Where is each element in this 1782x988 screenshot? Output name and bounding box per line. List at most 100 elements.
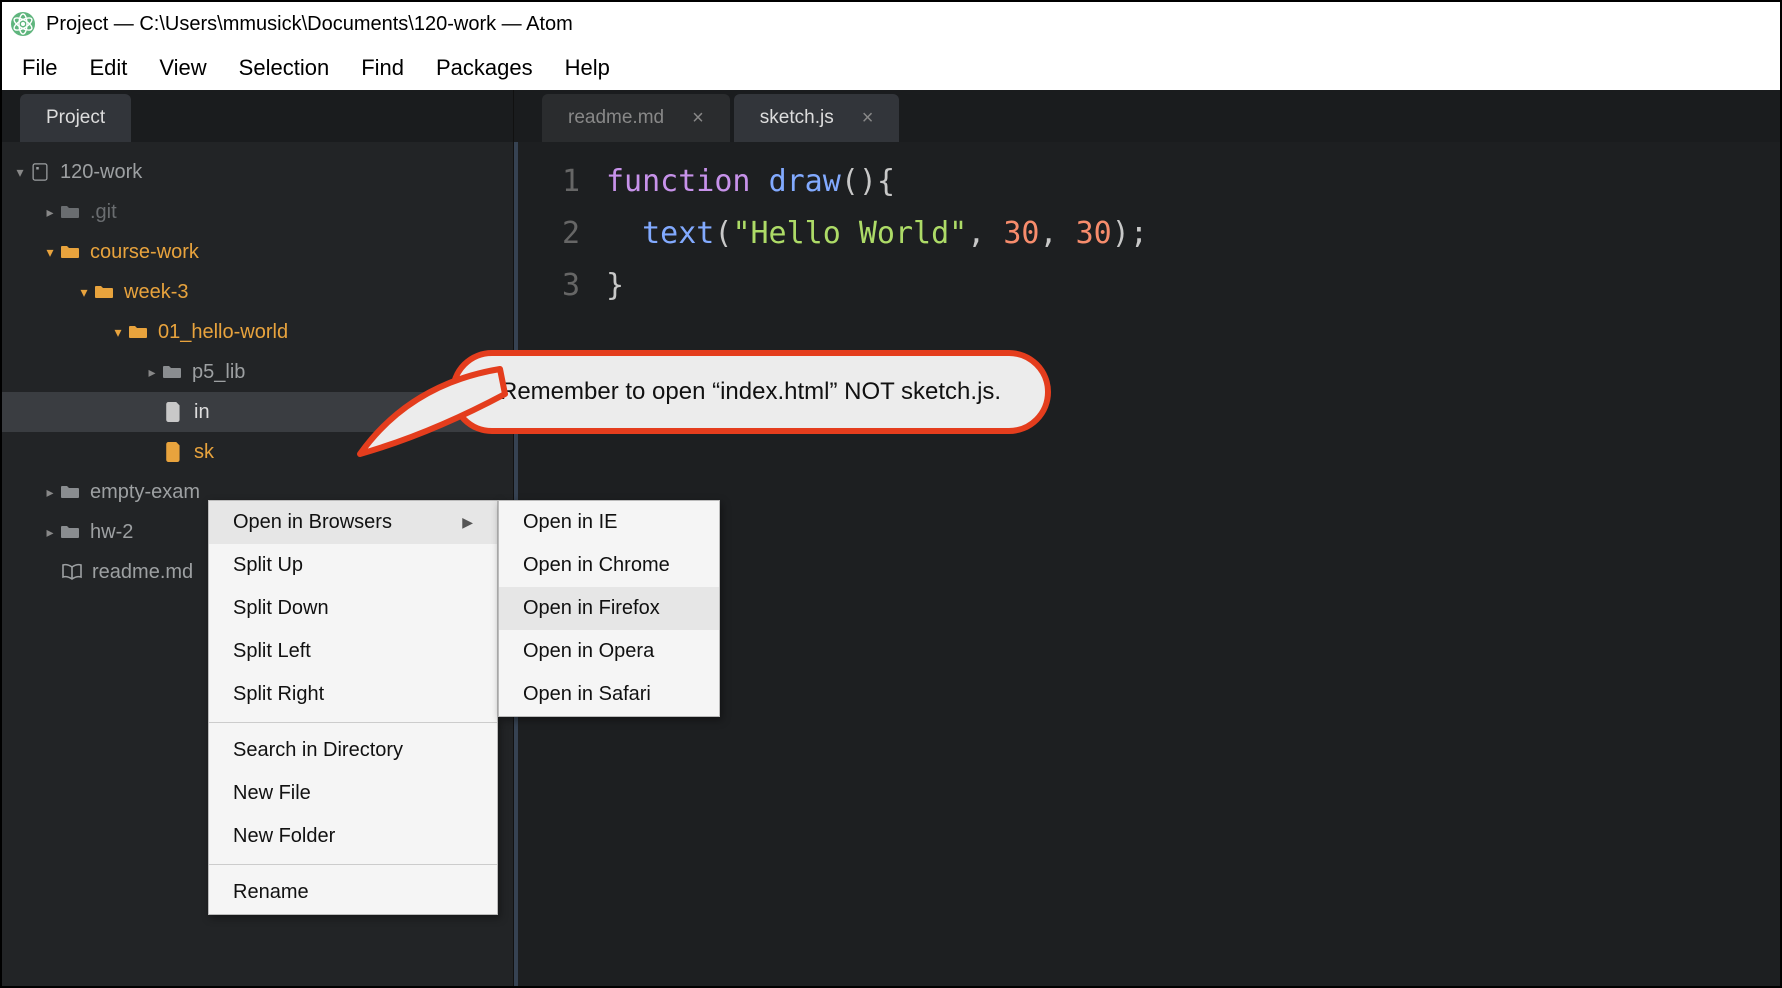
token-number: 30 — [1076, 216, 1112, 251]
ctx-label: Open in Firefox — [523, 597, 660, 620]
annotation-callout: Remember to open “index.html” NOT sketch… — [450, 350, 1051, 434]
folder-open-icon — [58, 244, 82, 260]
token-keyword: function — [606, 164, 751, 199]
chevron-right-icon: ▸ — [42, 204, 58, 221]
tree-label: empty-exam — [90, 481, 200, 504]
close-icon[interactable]: × — [692, 107, 704, 130]
close-icon[interactable]: × — [862, 107, 874, 130]
ctx-open-in-browsers[interactable]: Open in Browsers ▶ — [209, 501, 497, 544]
ctx-label: Open in Safari — [523, 683, 651, 706]
chevron-down-icon: ▾ — [110, 324, 126, 341]
menu-help[interactable]: Help — [551, 49, 624, 87]
ctx-label: New Folder — [233, 825, 335, 848]
ctx-label: Rename — [233, 881, 309, 904]
tab-sketch[interactable]: sketch.js × — [734, 94, 900, 142]
window-title: Project — C:\Users\mmusick\Documents\120… — [46, 13, 573, 36]
folder-icon — [58, 204, 82, 220]
tree-label: readme.md — [92, 561, 193, 584]
ctx-split-down[interactable]: Split Down — [209, 587, 497, 630]
ctx-label: Open in Opera — [523, 640, 654, 663]
menu-file[interactable]: File — [8, 49, 71, 87]
ctx-open-ie[interactable]: Open in IE — [499, 501, 719, 544]
tree-git[interactable]: ▸ .git — [2, 192, 513, 232]
folder-open-icon — [126, 324, 150, 340]
repo-icon — [28, 162, 52, 182]
line-number: 3 — [518, 260, 580, 312]
ctx-search-directory[interactable]: Search in Directory — [209, 729, 497, 772]
tree-week3[interactable]: ▾ week-3 — [2, 272, 513, 312]
titlebar: Project — C:\Users\mmusick\Documents\120… — [2, 2, 1780, 46]
tree-label: in — [194, 401, 210, 424]
menu-packages[interactable]: Packages — [422, 49, 547, 87]
tab-label: sketch.js — [760, 107, 834, 129]
chevron-right-icon: ▸ — [42, 484, 58, 501]
ctx-label: Search in Directory — [233, 739, 403, 762]
callout-text: Remember to open “index.html” NOT sketch… — [500, 378, 1001, 405]
token-function: draw — [769, 164, 841, 199]
tree-label: .git — [90, 201, 117, 224]
tree-coursework[interactable]: ▾ course-work — [2, 232, 513, 272]
context-menu: Open in Browsers ▶ Split Up Split Down S… — [208, 500, 498, 915]
ctx-open-firefox[interactable]: Open in Firefox — [499, 587, 719, 630]
tree-label: 01_hello-world — [158, 321, 288, 344]
token-brace: } — [606, 268, 624, 303]
tree-root[interactable]: ▾ 120-work — [2, 152, 513, 192]
callout-tail-icon — [350, 324, 510, 464]
ctx-new-folder[interactable]: New Folder — [209, 815, 497, 858]
ctx-open-safari[interactable]: Open in Safari — [499, 673, 719, 716]
menu-view[interactable]: View — [145, 49, 220, 87]
ctx-label: Open in Browsers — [233, 511, 392, 534]
context-submenu: Open in IE Open in Chrome Open in Firefo… — [498, 500, 720, 717]
folder-icon — [160, 364, 184, 380]
atom-logo-icon — [10, 11, 36, 37]
ctx-separator — [209, 864, 497, 865]
ctx-split-right[interactable]: Split Right — [209, 673, 497, 716]
tree-label: course-work — [90, 241, 199, 264]
sidebar-tab-project[interactable]: Project — [20, 94, 131, 142]
editor-tabbar: readme.md × sketch.js × — [514, 90, 1780, 142]
tree-label: week-3 — [124, 281, 188, 304]
book-icon — [60, 563, 84, 581]
tree-label: hw-2 — [90, 521, 133, 544]
chevron-right-icon: ▸ — [144, 364, 160, 381]
ctx-label: Open in IE — [523, 511, 618, 534]
tab-label: readme.md — [568, 107, 664, 129]
ctx-new-file[interactable]: New File — [209, 772, 497, 815]
ctx-separator — [209, 722, 497, 723]
sidebar-tabbar: Project — [2, 90, 513, 142]
tree-label: sk — [194, 441, 214, 464]
ctx-open-opera[interactable]: Open in Opera — [499, 630, 719, 673]
line-number: 1 — [518, 156, 580, 208]
file-icon — [162, 442, 186, 462]
chevron-right-icon: ▸ — [42, 524, 58, 541]
ctx-label: Split Up — [233, 554, 303, 577]
token-number: 30 — [1003, 216, 1039, 251]
chevron-down-icon: ▾ — [42, 244, 58, 261]
chevron-down-icon: ▾ — [12, 164, 28, 181]
menubar: File Edit View Selection Find Packages H… — [2, 46, 1780, 90]
menu-find[interactable]: Find — [347, 49, 418, 87]
ctx-open-chrome[interactable]: Open in Chrome — [499, 544, 719, 587]
tree-label: p5_lib — [192, 361, 245, 384]
ctx-label: Split Left — [233, 640, 311, 663]
ctx-split-left[interactable]: Split Left — [209, 630, 497, 673]
line-number: 2 — [518, 208, 580, 260]
menu-edit[interactable]: Edit — [75, 49, 141, 87]
ctx-label: Split Right — [233, 683, 324, 706]
menu-selection[interactable]: Selection — [225, 49, 344, 87]
file-icon — [162, 402, 186, 422]
tab-readme[interactable]: readme.md × — [542, 94, 730, 142]
chevron-down-icon: ▾ — [76, 284, 92, 301]
ctx-label: Split Down — [233, 597, 329, 620]
ctx-label: New File — [233, 782, 311, 805]
folder-icon — [58, 484, 82, 500]
submenu-arrow-icon: ▶ — [462, 514, 473, 531]
token-string: "Hello World" — [732, 216, 967, 251]
callout-bubble: Remember to open “index.html” NOT sketch… — [450, 350, 1051, 434]
token-function: text — [642, 216, 714, 251]
ctx-split-up[interactable]: Split Up — [209, 544, 497, 587]
ctx-label: Open in Chrome — [523, 554, 670, 577]
tree-label: 120-work — [60, 161, 142, 184]
sidebar-tab-label: Project — [46, 107, 105, 129]
ctx-rename[interactable]: Rename — [209, 871, 497, 914]
